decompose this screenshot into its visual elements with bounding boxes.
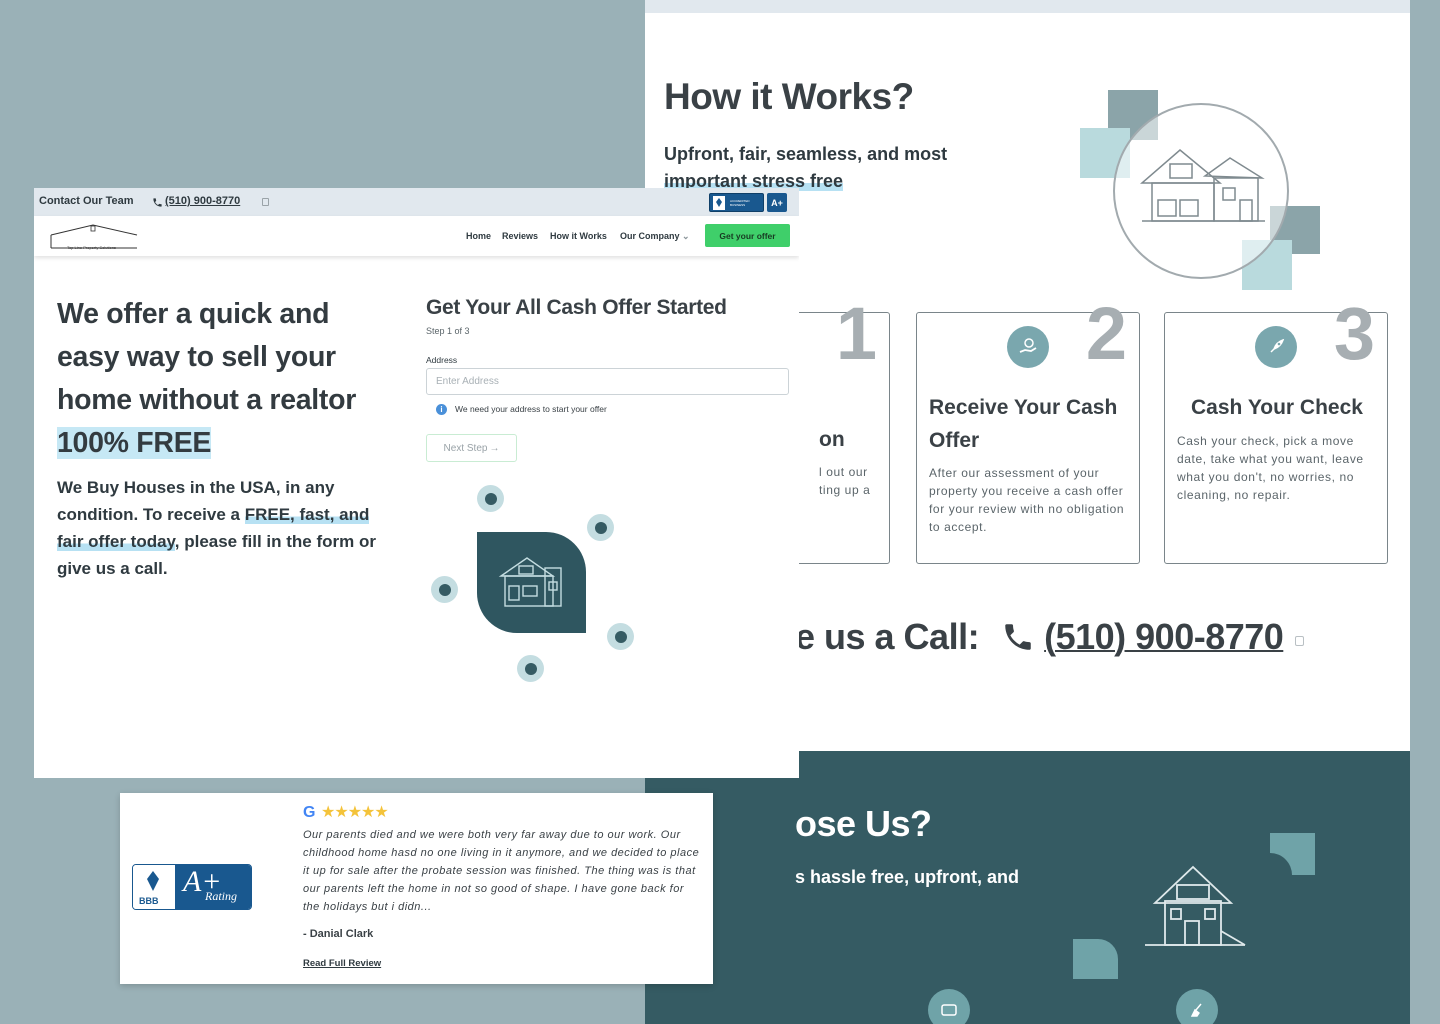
decor-shape [1270, 833, 1315, 875]
bbb-torch-icon [147, 871, 159, 891]
step-number: 3 [1333, 292, 1375, 375]
form-title: Get Your All Cash Offer Started [426, 296, 727, 319]
call-us-line: e us a Call: (510) 900-8770 [795, 616, 1284, 658]
contact-label: Contact Our Team [39, 195, 134, 207]
bbb-rating-logo: BBB A+ Rating [132, 864, 252, 910]
coin-icon [607, 623, 634, 650]
nav-our-company-label: Our Company [620, 231, 680, 241]
chat-icon [431, 576, 458, 603]
step-description: l out our ting up a [819, 465, 871, 497]
house-circle-illustration [1080, 90, 1320, 290]
step-title: Receive Your Cash Offer [929, 396, 1118, 452]
how-it-works-subtitle-text: Upfront, fair, seamless, and most [664, 144, 948, 164]
next-step-button[interactable]: Next Step → [426, 434, 517, 462]
house-icon [498, 557, 562, 607]
form-step-indicator: Step 1 of 3 [426, 326, 470, 336]
logo[interactable]: Top Line Property Solutions [49, 223, 139, 250]
address-hint: We need your address to start your offer [455, 404, 607, 414]
panel-top-strip [645, 0, 1410, 13]
bbb-small-text: ACCREDITED BUSINESS [730, 199, 750, 207]
rocket-icon [1255, 326, 1297, 368]
topbar-phone-link[interactable]: (510) 900-8770 [165, 195, 240, 207]
step-title: on [819, 428, 845, 451]
phone-icon [1001, 616, 1035, 658]
call-phone-link[interactable]: (510) 900-8770 [1044, 616, 1284, 657]
bbb-rating-badge: A+ [767, 193, 787, 212]
call-us-label: e us a Call: [795, 616, 980, 657]
nav-reviews[interactable]: Reviews [502, 231, 538, 241]
bbb-torch-icon [713, 196, 725, 210]
wallet-icon [928, 989, 970, 1024]
get-offer-button[interactable]: Get your offer [705, 224, 790, 247]
decor-shape [1073, 939, 1118, 979]
hero-free-highlight: 100% FREE [57, 427, 212, 459]
step-description: After our assessment of your property yo… [929, 466, 1125, 534]
next-step-label: Next Step [443, 442, 488, 454]
step-number: 2 [1085, 292, 1127, 375]
briefcase-icon [477, 485, 504, 512]
thumbs-up-icon [587, 514, 614, 541]
read-full-review-link[interactable]: Read Full Review [303, 958, 381, 969]
address-input[interactable] [426, 368, 789, 395]
nav-our-company[interactable]: Our Company ⌄ [620, 231, 690, 242]
logo-text: Top Line Property Solutions [67, 245, 116, 250]
house-outline-icon [1145, 865, 1246, 946]
how-it-works-title: How it Works? [664, 76, 914, 117]
bbb-grade-panel: A+ Rating [175, 865, 251, 909]
why-choose-us-section: ose Us? s hassle free, upfront, and [645, 751, 1410, 1024]
review-card: BBB A+ Rating G ★★★★★ Our parents died a… [120, 793, 713, 984]
step-card-3: 3 Cash Your Check Cash your check, pick … [1164, 297, 1388, 564]
nav-how-it-works[interactable]: How it Works [550, 231, 607, 241]
step-description: Cash your check, pick a move date, take … [1177, 434, 1364, 502]
cash-hand-icon [1007, 326, 1049, 368]
chevron-down-icon: ⌄ [682, 231, 690, 241]
info-icon: i [436, 404, 447, 415]
review-text: Our parents died and we were both very f… [303, 829, 700, 913]
arrow-right-icon: → [489, 442, 500, 454]
bbb-logo-mark: BBB [133, 865, 175, 909]
bbb-accredited-badge[interactable]: ACCREDITED BUSINESS [709, 193, 764, 212]
bbb-rating-word: Rating [205, 889, 237, 903]
google-icon: G [303, 804, 316, 821]
address-label: Address [426, 355, 458, 365]
bbb-letters: BBB [139, 896, 159, 906]
copy-icon[interactable] [262, 198, 269, 206]
step-title: Cash Your Check [1191, 396, 1363, 419]
hero-card: Contact Our Team (510) 900-8770 ACCREDIT… [34, 188, 799, 778]
broom-icon [1176, 989, 1218, 1024]
review-author: - Danial Clark [303, 928, 374, 940]
top-contact-bar: Contact Our Team (510) 900-8770 ACCREDIT… [34, 188, 799, 216]
step-card-2: 2 Receive Your Cash Offer After our asse… [916, 297, 1140, 564]
step-number: 1 [835, 292, 877, 375]
nav-home[interactable]: Home [466, 231, 491, 241]
hero-title: We offer a quick and easy way to sell yo… [57, 293, 397, 465]
why-title: ose Us? [795, 803, 932, 844]
hero-subtitle: We Buy Houses in the USA, in any conditi… [57, 474, 392, 582]
phone-icon [152, 195, 163, 213]
copy-icon[interactable] [1295, 636, 1304, 646]
navbar: Top Line Property Solutions Home Reviews… [34, 216, 799, 256]
how-it-works-subtitle: Upfront, fair, seamless, and most import… [664, 141, 964, 195]
hero-title-text: We offer a quick and easy way to sell yo… [57, 298, 357, 416]
star-rating: ★★★★★ [321, 804, 389, 821]
why-subtitle: s hassle free, upfront, and [795, 867, 1020, 887]
house-tile [477, 532, 586, 633]
home-small-icon [517, 655, 544, 682]
